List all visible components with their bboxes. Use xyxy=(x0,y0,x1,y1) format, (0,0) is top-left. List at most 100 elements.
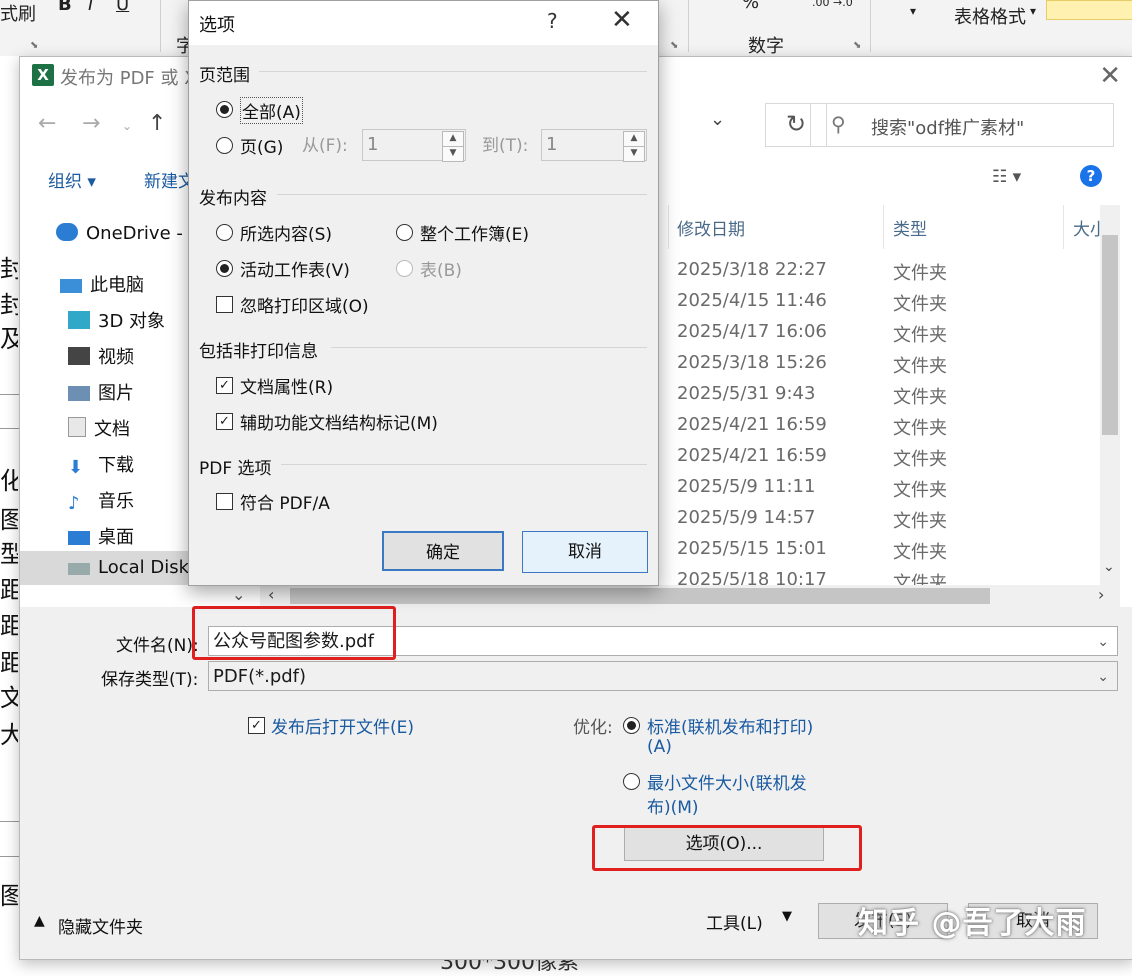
up-icon[interactable]: ↑ xyxy=(148,111,166,136)
scroll-left-icon[interactable]: ‹ xyxy=(268,585,274,604)
optimize-minimum-radio[interactable] xyxy=(623,773,640,790)
horizontal-scrollbar[interactable]: ‹ › xyxy=(260,585,1120,607)
row-type[interactable]: 文件夹 xyxy=(893,352,947,378)
cell-text[interactable]: 化 xyxy=(0,466,18,496)
address-dropdown-icon[interactable]: ⌄ xyxy=(710,109,725,130)
percent-style-icon[interactable]: % xyxy=(742,0,759,13)
entire-workbook-radio[interactable] xyxy=(396,224,413,241)
spin-down-icon[interactable]: ▼ xyxy=(623,146,645,162)
chevron-down-icon[interactable]: ⌄ xyxy=(1097,662,1109,692)
tree-item-documents[interactable]: 文档 xyxy=(68,415,130,449)
row-date[interactable]: 2025/5/15 15:01 xyxy=(677,538,827,559)
pdfa-checkbox[interactable] xyxy=(216,493,233,510)
cell-text[interactable]: 文 xyxy=(0,683,18,713)
page-range-all-radio[interactable] xyxy=(216,101,233,118)
row-date[interactable]: 2025/3/18 22:27 xyxy=(677,259,827,280)
from-spinner[interactable]: 1 ▲ ▼ xyxy=(362,129,466,162)
italic-icon[interactable]: I xyxy=(88,0,93,15)
cell-text[interactable]: 图 xyxy=(0,505,18,535)
doc-properties-checkbox[interactable]: ✓ xyxy=(216,377,233,394)
help-icon[interactable]: ? xyxy=(547,9,558,33)
column-header-type[interactable]: 类型 xyxy=(893,215,927,240)
active-sheet-radio[interactable] xyxy=(216,260,233,277)
doc-properties-label[interactable]: 文档属性(R) xyxy=(240,373,333,398)
open-after-publish-checkbox[interactable]: ✓ xyxy=(248,717,265,734)
close-icon[interactable]: ✕ xyxy=(611,5,633,35)
row-type[interactable]: 文件夹 xyxy=(893,414,947,440)
optimize-minimum-label[interactable]: 最小文件大小(联机发 xyxy=(647,769,807,794)
row-date[interactable]: 2025/4/17 16:06 xyxy=(677,321,827,342)
row-type[interactable]: 文件夹 xyxy=(893,538,947,564)
optimize-minimum-label-2[interactable]: 布)(M) xyxy=(647,793,699,818)
ignore-print-area-label[interactable]: 忽略打印区域(O) xyxy=(240,292,369,317)
row-type[interactable]: 文件夹 xyxy=(893,259,947,285)
number-launcher-icon[interactable]: ⬊ xyxy=(853,40,861,51)
entire-workbook-label[interactable]: 整个工作簿(E) xyxy=(420,220,529,245)
selection-radio[interactable] xyxy=(216,224,233,241)
scrollbar-thumb[interactable] xyxy=(1102,235,1118,435)
page-range-pages-radio[interactable] xyxy=(216,137,233,154)
row-type[interactable]: 文件夹 xyxy=(893,476,947,502)
pdfa-label[interactable]: 符合 PDF/A xyxy=(240,489,330,514)
cancel-button[interactable]: 取消 xyxy=(522,531,648,573)
tree-item-this-pc[interactable]: 此电脑 xyxy=(60,271,144,305)
row-type[interactable]: 文件夹 xyxy=(893,321,947,347)
cell-text[interactable]: 距 xyxy=(0,611,18,641)
cell-text[interactable]: 图 xyxy=(0,881,18,911)
row-type[interactable]: 文件夹 xyxy=(893,569,947,585)
format-as-table-button[interactable]: 表格格式 xyxy=(954,3,1026,29)
font-launcher-icon[interactable]: ⬊ xyxy=(670,40,678,51)
spin-up-icon[interactable]: ▲ xyxy=(623,131,645,147)
bold-icon[interactable]: B xyxy=(58,0,72,15)
accessibility-tags-label[interactable]: 辅助功能文档结构标记(M) xyxy=(240,409,438,434)
scroll-right-icon[interactable]: › xyxy=(1098,585,1104,604)
organize-menu[interactable]: 组织 ▾ xyxy=(48,167,96,192)
optimize-standard-label[interactable]: 标准(联机发布和打印) xyxy=(647,713,813,738)
cell-style-swatch[interactable] xyxy=(1046,0,1132,20)
help-icon[interactable]: ? xyxy=(1080,165,1102,187)
optimize-standard-label-2[interactable]: (A) xyxy=(647,737,672,757)
row-date[interactable]: 2025/5/9 11:11 xyxy=(677,476,815,497)
chevron-up-icon[interactable]: ▲ xyxy=(34,913,45,929)
row-date[interactable]: 2025/4/21 16:59 xyxy=(677,414,827,435)
cell-text[interactable]: 型 xyxy=(0,539,18,569)
tools-menu[interactable]: 工具(L) xyxy=(706,909,763,934)
ignore-print-area-checkbox[interactable] xyxy=(216,296,233,313)
open-after-publish-label[interactable]: 发布后打开文件(E) xyxy=(271,713,414,738)
tree-item-onedrive[interactable]: OneDrive - F xyxy=(56,223,199,257)
selection-label[interactable]: 所选内容(S) xyxy=(240,220,332,245)
cell-text[interactable]: 距 xyxy=(0,575,18,605)
page-range-all-label[interactable]: 全部(A) xyxy=(240,97,303,124)
column-header-modified[interactable]: 修改日期 xyxy=(677,215,745,240)
tools-dropdown-icon[interactable]: ▼ xyxy=(782,909,792,924)
row-date[interactable]: 2025/5/18 10:17 xyxy=(677,569,827,585)
tree-scroll-down-icon[interactable]: ⌄ xyxy=(232,585,245,604)
row-date[interactable]: 2025/4/15 11:46 xyxy=(677,290,827,311)
forward-icon[interactable]: → xyxy=(82,111,100,136)
row-type[interactable]: 文件夹 xyxy=(893,290,947,316)
search-input[interactable]: ⚲ 搜索"odf推广素材" xyxy=(810,103,1114,147)
row-type[interactable]: 文件夹 xyxy=(893,383,947,409)
row-date[interactable]: 2025/5/9 14:57 xyxy=(677,507,815,528)
table-format-dropdown-icon[interactable]: ▾ xyxy=(1030,4,1036,18)
row-date[interactable]: 2025/3/18 15:26 xyxy=(677,352,827,373)
row-date[interactable]: 2025/4/21 16:59 xyxy=(677,445,827,466)
spin-up-icon[interactable]: ▲ xyxy=(442,131,464,147)
row-date[interactable]: 2025/5/31 9:43 xyxy=(677,383,815,404)
spin-down-icon[interactable]: ▼ xyxy=(442,146,464,162)
tree-item-downloads[interactable]: ⬇ 下载 xyxy=(68,451,134,485)
tree-item-videos[interactable]: 视频 xyxy=(68,343,134,377)
recent-dropdown-icon[interactable]: ⌄ xyxy=(122,119,132,133)
ok-button[interactable]: 确定 xyxy=(382,531,504,571)
cell-text[interactable]: 距 xyxy=(0,648,18,678)
cell-text[interactable]: 大 xyxy=(0,720,18,750)
scrollbar-thumb[interactable] xyxy=(290,588,990,604)
row-type[interactable]: 文件夹 xyxy=(893,507,947,533)
cell-text[interactable]: 封 xyxy=(0,290,18,320)
tree-item-pictures[interactable]: 图片 xyxy=(68,379,134,413)
to-spinner[interactable]: 1 ▲ ▼ xyxy=(541,129,647,162)
chevron-down-icon[interactable]: ⌄ xyxy=(1097,627,1109,657)
close-icon[interactable]: ✕ xyxy=(1099,61,1121,91)
page-range-pages-label[interactable]: 页(G) xyxy=(240,133,283,158)
back-icon[interactable]: ← xyxy=(38,111,56,136)
